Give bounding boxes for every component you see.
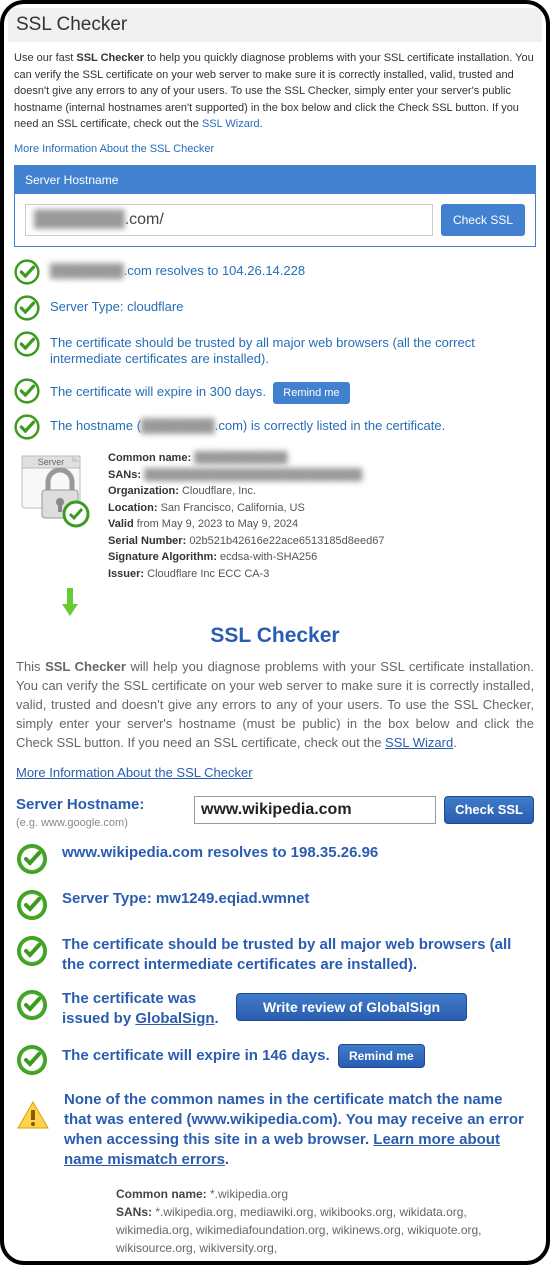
result-row: The certificate should be trusted by all… xyxy=(16,935,534,976)
intro2-text: This SSL Checker will help you diagnose … xyxy=(16,658,534,752)
ssl-wizard-link[interactable]: SSL Wizard xyxy=(202,118,260,130)
section-2: SSL Checker This SSL Checker will help y… xyxy=(14,624,536,1256)
hostname-label: Server Hostname: xyxy=(16,796,186,813)
result-row: The hostname (████████.com) is correctly… xyxy=(14,414,536,440)
check-icon xyxy=(14,295,40,321)
result-row: The certificate should be trusted by all… xyxy=(14,331,536,369)
arrow-down-icon xyxy=(60,588,80,618)
warning-icon xyxy=(16,1100,50,1130)
write-review-button[interactable]: Write review of GlobalSign xyxy=(236,993,467,1021)
ssl-wizard-link-2[interactable]: SSL Wizard xyxy=(385,735,453,750)
intro-text: Use our fast SSL Checker to help you qui… xyxy=(14,50,536,133)
check-icon xyxy=(14,378,40,404)
server-lock-icon: Server xyxy=(14,450,94,530)
more-info-link-2[interactable]: More Information About the SSL Checker xyxy=(16,765,253,780)
page-header: SSL Checker xyxy=(8,8,542,42)
check-icon xyxy=(16,843,48,875)
result-row-warning: None of the common names in the certific… xyxy=(16,1090,534,1171)
result-row: www.wikipedia.com resolves to 198.35.26.… xyxy=(16,843,534,875)
result-row: Server Type: mw1249.eqiad.wmnet xyxy=(16,889,534,921)
globalsign-link[interactable]: GlobalSign xyxy=(135,1010,214,1027)
hostname-hint: (e.g. www.google.com) xyxy=(16,817,186,829)
cert-details-2: Common name: *.wikipedia.org SANs: *.wik… xyxy=(16,1185,534,1257)
check-icon xyxy=(14,414,40,440)
check-icon xyxy=(14,259,40,285)
result-row: The certificate will expire in 146 days.… xyxy=(16,1044,534,1076)
check-icon xyxy=(16,1044,48,1076)
hostname-input-2[interactable] xyxy=(194,796,436,824)
page-title: SSL Checker xyxy=(16,14,534,36)
hostname-panel: Server Hostname ████████.com/ Check SSL xyxy=(14,165,536,247)
remind-me-button[interactable]: Remind me xyxy=(273,382,349,404)
svg-text:Server: Server xyxy=(38,457,65,467)
panel-header: Server Hostname xyxy=(15,166,535,194)
result-row: The certificate will expire in 300 days.… xyxy=(14,378,536,404)
result-row: Server Type: cloudflare xyxy=(14,295,536,321)
more-info-link[interactable]: More Information About the SSL Checker xyxy=(14,143,214,155)
section2-title: SSL Checker xyxy=(16,624,534,648)
check-icon xyxy=(16,989,48,1021)
cert-details: Server Common name: ████████████ SANs: █… xyxy=(14,450,536,582)
check-icon xyxy=(16,889,48,921)
result-row: The certificate was issued by GlobalSign… xyxy=(16,989,534,1030)
hostname-input[interactable]: ████████.com/ xyxy=(25,204,433,236)
check-icon xyxy=(14,331,40,357)
check-icon xyxy=(16,935,48,967)
check-ssl-button[interactable]: Check SSL xyxy=(441,204,525,236)
results-list: ████████.com resolves to 104.26.14.228 S… xyxy=(14,259,536,441)
result-row: ████████.com resolves to 104.26.14.228 xyxy=(14,259,536,285)
check-ssl-button-2[interactable]: Check SSL xyxy=(444,796,534,824)
remind-me-button-2[interactable]: Remind me xyxy=(338,1044,425,1068)
